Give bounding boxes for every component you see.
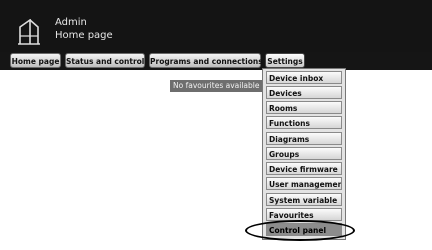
menu-item-system-variable[interactable]: System variable bbox=[266, 193, 342, 206]
house-logo-icon bbox=[18, 19, 40, 45]
menu-item-device-firmware[interactable]: Device firmware bbox=[266, 162, 342, 175]
menu-item-rooms[interactable]: Rooms bbox=[266, 101, 342, 114]
menu-item-device-inbox[interactable]: Device inbox bbox=[266, 71, 342, 84]
nav-settings-button[interactable]: Settings bbox=[265, 53, 305, 68]
settings-dropdown-menu: Device inbox Devices Rooms Functions Dia… bbox=[262, 68, 346, 240]
menu-item-devices[interactable]: Devices bbox=[266, 86, 342, 99]
nav-programs-and-connections-button[interactable]: Programs and connections bbox=[149, 53, 263, 68]
nav-status-and-control-button[interactable]: Status and control bbox=[65, 53, 145, 68]
favourites-notice: No favourites available bbox=[170, 80, 270, 92]
menu-item-functions[interactable]: Functions bbox=[266, 116, 342, 129]
highlight-annotation-ellipse bbox=[245, 220, 355, 241]
current-page-name: Home page bbox=[55, 30, 113, 41]
user-name: Admin bbox=[55, 17, 87, 28]
nav-home-page-button[interactable]: Home page bbox=[10, 53, 61, 68]
menu-item-user-management[interactable]: User management bbox=[266, 177, 342, 190]
menu-item-diagrams[interactable]: Diagrams bbox=[266, 132, 342, 145]
menu-item-groups[interactable]: Groups bbox=[266, 147, 342, 160]
